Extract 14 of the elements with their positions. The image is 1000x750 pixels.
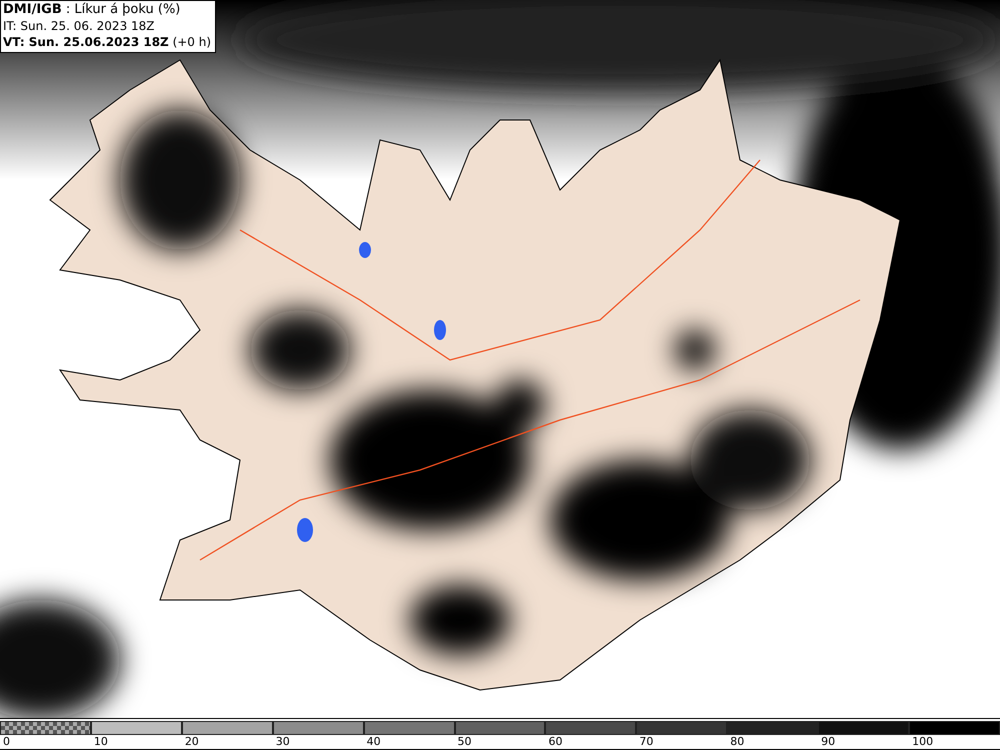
info-text: IT: Sun. 25. 06. 2023 18Z xyxy=(3,18,156,34)
legend-label: 80 xyxy=(729,735,744,749)
info-text: VT: Sun. 25.06.2023 18Z (+0 h) xyxy=(3,34,212,50)
legend-label: 60 xyxy=(547,735,562,749)
legend-label: 40 xyxy=(366,735,381,749)
info-text: DMI/IGB : Líkur á þoku (%) xyxy=(3,2,182,18)
legend-label: 50 xyxy=(456,735,472,749)
legend-label: 0 xyxy=(2,735,10,749)
legend-label: 10 xyxy=(92,735,108,749)
legend-label: 30 xyxy=(274,735,290,749)
legend-label: 20 xyxy=(184,735,199,749)
legend-label: 70 xyxy=(638,735,654,749)
legend-label: 100 xyxy=(911,735,934,749)
legend-label: 90 xyxy=(820,735,836,749)
